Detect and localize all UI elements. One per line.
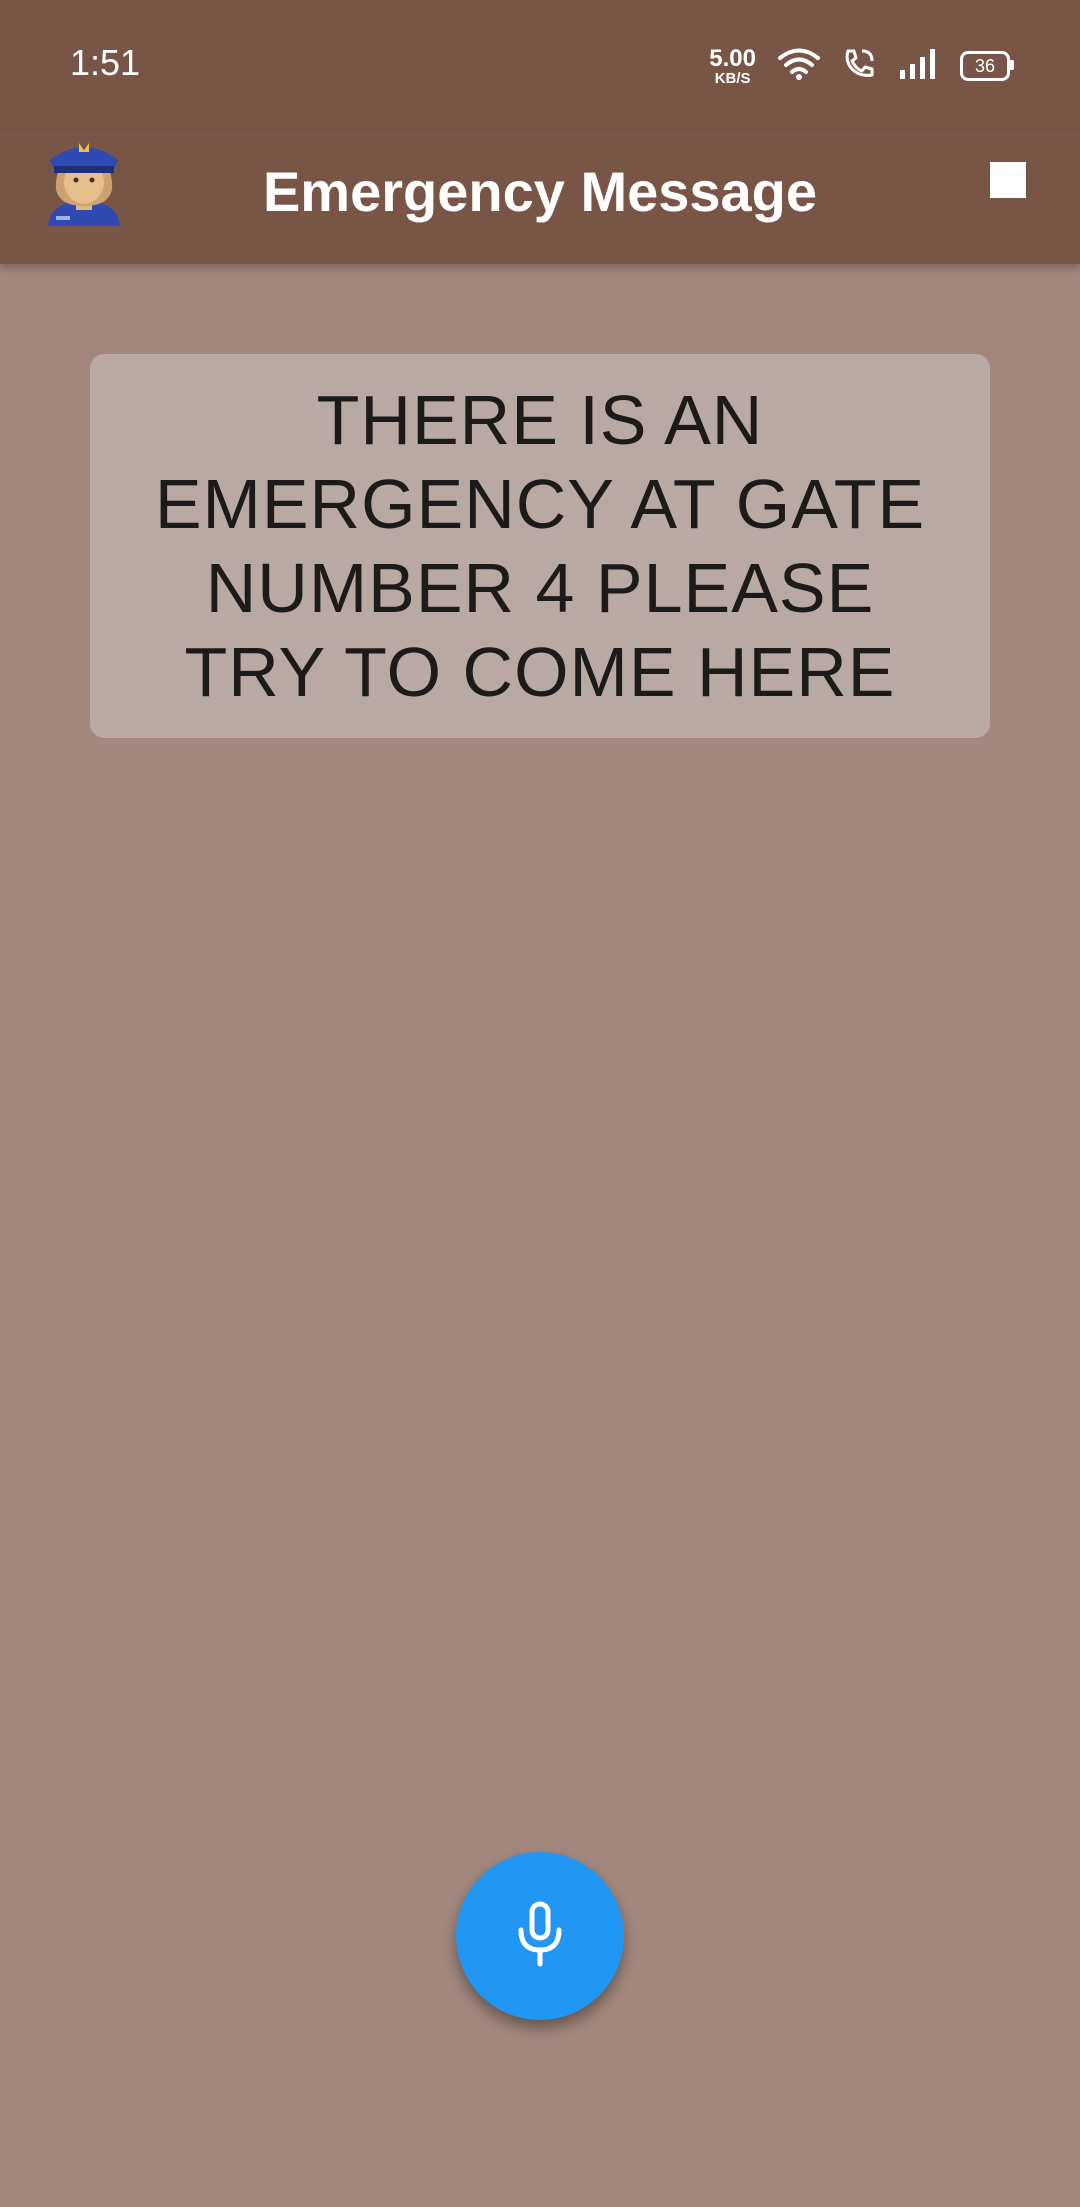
- status-bar: 1:51 5.00 KB/S 36: [0, 0, 1080, 130]
- network-speed-unit: KB/S: [714, 69, 751, 87]
- battery-icon: 36: [960, 51, 1014, 81]
- network-speed: 5.00 KB/S: [709, 44, 756, 87]
- app-bar: Emergency Message: [0, 130, 1080, 264]
- microphone-icon: [512, 1900, 568, 1973]
- message-card: THERE IS AN EMERGENCY AT GATE NUMBER 4 P…: [90, 354, 990, 738]
- cellular-signal-icon: [898, 48, 938, 85]
- battery-level: 36: [974, 55, 996, 76]
- wifi-calling-icon: [842, 47, 876, 86]
- page-title: Emergency Message: [262, 160, 818, 223]
- network-speed-value: 5.00: [709, 44, 756, 72]
- microphone-button[interactable]: [456, 1852, 624, 2020]
- status-icons: 5.00 KB/S 36: [709, 44, 1014, 88]
- message-text: THERE IS AN EMERGENCY AT GATE NUMBER 4 P…: [154, 381, 926, 711]
- status-time: 1:51: [70, 42, 141, 83]
- stop-icon[interactable]: [990, 162, 1026, 198]
- wifi-icon: [778, 47, 820, 86]
